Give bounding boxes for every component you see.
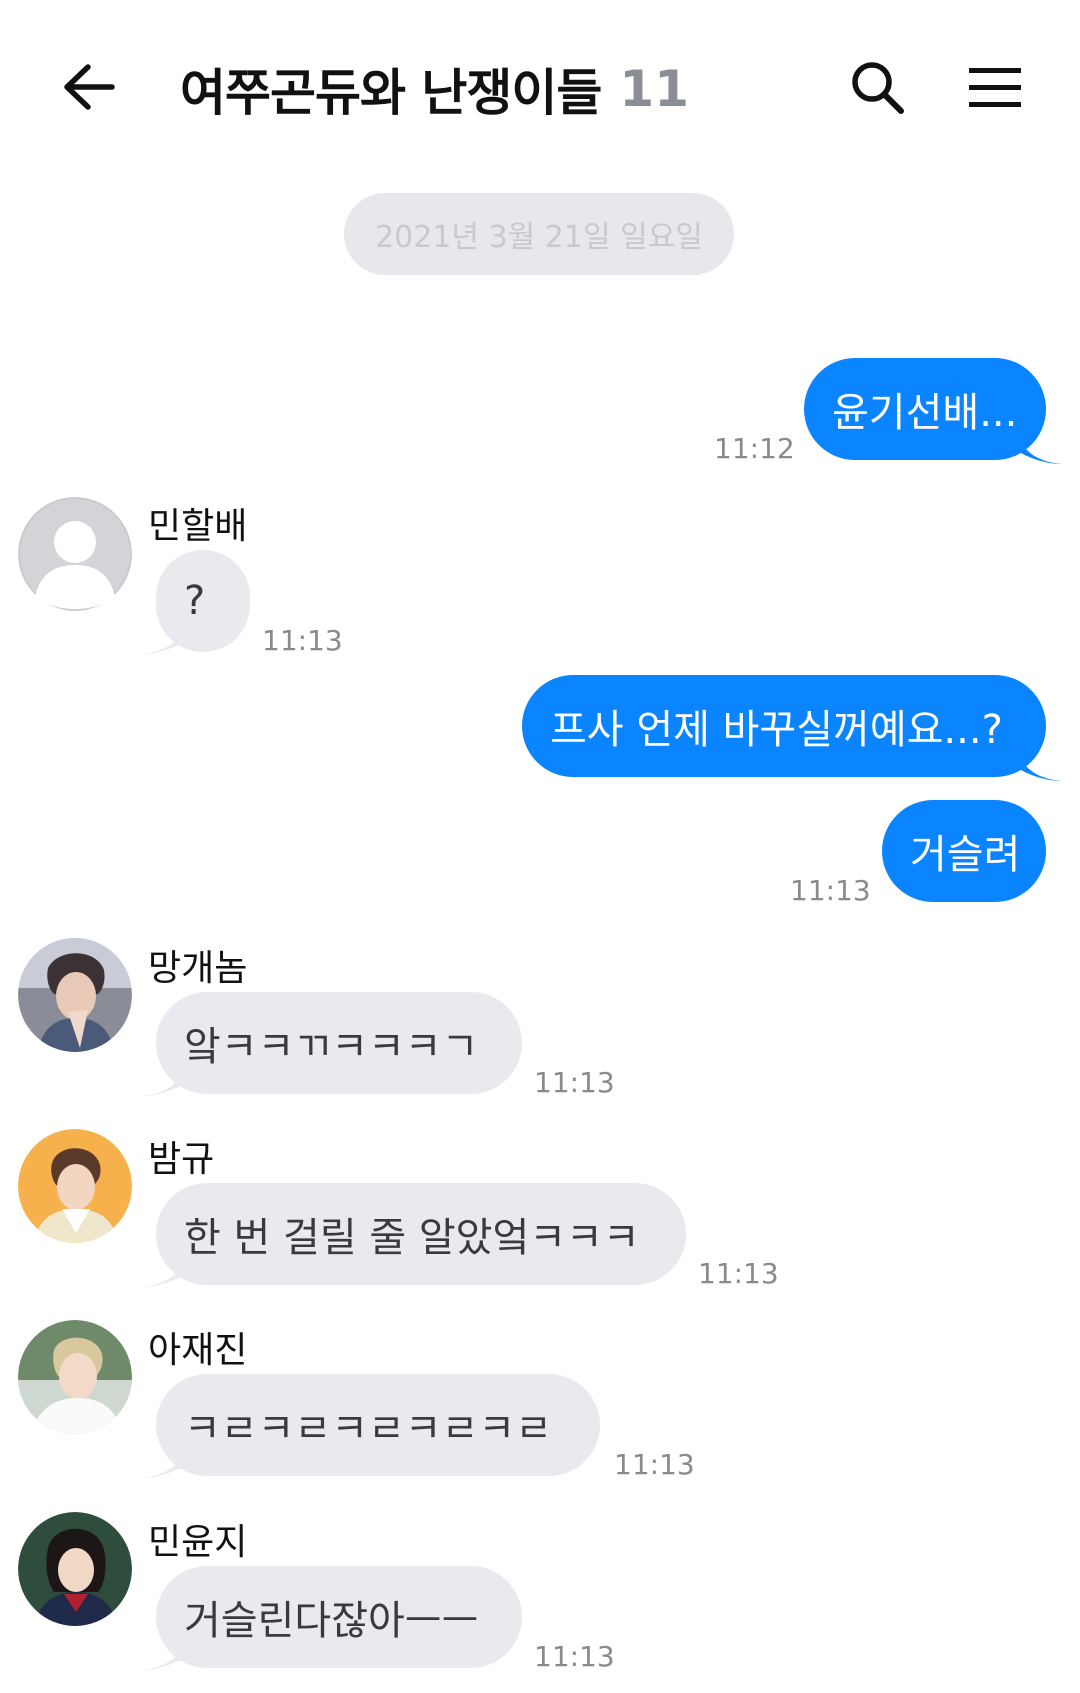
chat-title: 여쭈곤듀와 난쟁이들 11 xyxy=(180,54,689,124)
profile-photo-avatar[interactable] xyxy=(18,1129,132,1243)
message-time: 11:13 xyxy=(534,1066,615,1099)
message-time: 11:13 xyxy=(262,624,343,657)
bubble-tail xyxy=(1016,747,1062,781)
message-text: 프사 언제 바꾸실꺼예요...? xyxy=(550,707,1003,753)
incoming-message-bubble[interactable]: 한 번 걸릴 줄 알았엌ㅋㅋㅋ xyxy=(156,1183,686,1285)
chat-room-name: 여쭈곤듀와 난쟁이들 xyxy=(180,64,602,122)
sender-name: 민할배 xyxy=(148,506,248,547)
sender-name: 민윤지 xyxy=(148,1522,248,1563)
message-text: 거슬려 xyxy=(910,832,1021,878)
back-arrow-icon[interactable] xyxy=(54,52,124,122)
incoming-message-bubble[interactable]: 앜ㅋㅋㄲㅋㅋㅋㄱ xyxy=(156,992,522,1094)
message-time: 11:13 xyxy=(698,1257,779,1290)
hamburger-menu-icon[interactable] xyxy=(960,52,1030,122)
message-time: 11:13 xyxy=(534,1640,615,1673)
message-text: 한 번 걸릴 줄 알았엌ㅋㅋㅋ xyxy=(184,1215,640,1261)
incoming-message-bubble[interactable]: 거슬린다잖아ㅡㅡ xyxy=(156,1566,522,1668)
message-text: 윤기선배... xyxy=(832,390,1018,436)
sender-name: 아재진 xyxy=(148,1330,248,1371)
profile-photo-avatar[interactable] xyxy=(18,1512,132,1626)
message-time: 11:13 xyxy=(614,1448,695,1481)
bubble-tail xyxy=(141,1444,187,1478)
member-count: 11 xyxy=(619,60,690,118)
profile-photo-avatar[interactable] xyxy=(18,1320,132,1434)
default-avatar[interactable] xyxy=(18,497,132,611)
sender-name: 망개놈 xyxy=(148,948,248,989)
search-icon[interactable] xyxy=(842,52,912,122)
bubble-tail xyxy=(1016,430,1062,464)
message-time: 11:12 xyxy=(714,432,795,465)
sender-name: 밤규 xyxy=(148,1139,215,1180)
message-text: 거슬린다잖아ㅡㅡ xyxy=(184,1598,479,1644)
profile-photo-avatar[interactable] xyxy=(18,938,132,1052)
bubble-tail xyxy=(141,1636,187,1670)
message-text: 앜ㅋㅋㄲㅋㅋㅋㄱ xyxy=(184,1024,479,1070)
bubble-tail xyxy=(141,1253,187,1287)
date-separator: 2021년 3월 21일 일요일 xyxy=(344,193,734,275)
outgoing-message-bubble[interactable]: 프사 언제 바꾸실꺼예요...? xyxy=(522,675,1046,777)
chat-header: 여쭈곤듀와 난쟁이들 11 xyxy=(0,0,1080,170)
outgoing-message-bubble[interactable]: 거슬려 xyxy=(882,800,1046,902)
message-time: 11:13 xyxy=(790,874,871,907)
message-text: ㅋㄹㅋㄹㅋㄹㅋㄹㅋㄹ xyxy=(184,1406,552,1452)
bubble-tail xyxy=(141,1062,187,1096)
message-text: ? xyxy=(184,578,206,624)
outgoing-message-bubble[interactable]: 윤기선배... xyxy=(804,358,1046,460)
incoming-message-bubble[interactable]: ㅋㄹㅋㄹㅋㄹㅋㄹㅋㄹ xyxy=(156,1374,600,1476)
bubble-tail xyxy=(141,620,187,654)
